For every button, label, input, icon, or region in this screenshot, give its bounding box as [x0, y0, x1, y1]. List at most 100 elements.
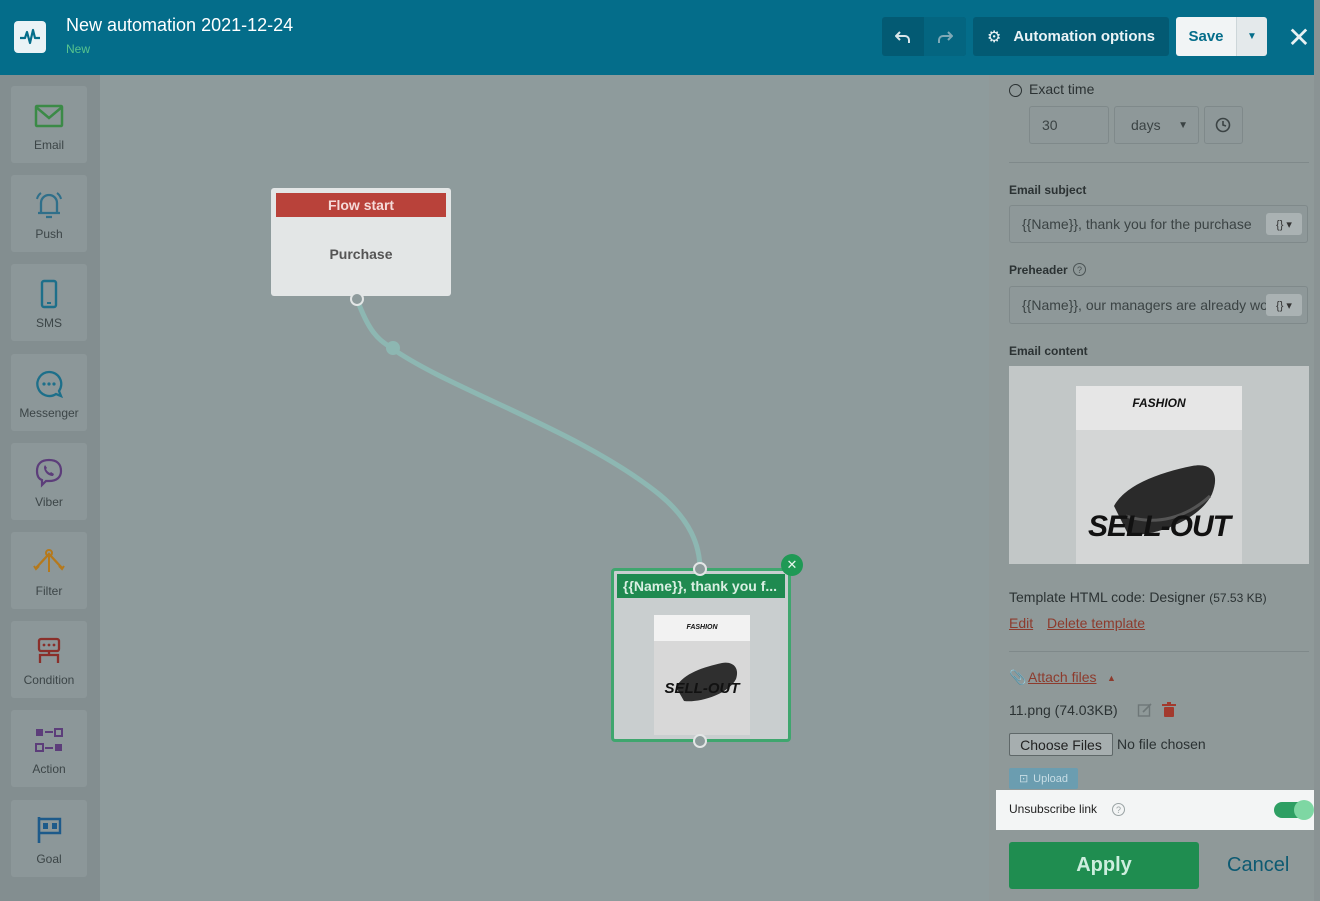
exact-time-radio[interactable] [1009, 84, 1022, 97]
undo-button[interactable] [882, 17, 924, 56]
tool-label: Viber [35, 495, 63, 509]
undo-redo-group [882, 17, 966, 56]
email-subject-label: Email subject [1009, 183, 1087, 197]
panel-scrollbar[interactable] [1314, 0, 1320, 901]
email-content-preview[interactable]: FASHION SELL-OUT [1009, 366, 1309, 564]
tool-label: Messenger [19, 406, 79, 420]
tool-push[interactable]: Push [11, 175, 87, 252]
email-node-block[interactable]: {{Name}}, thank you f... FASHION SELL-OU… [611, 568, 791, 742]
chat-icon [36, 370, 64, 399]
insert-variable-button[interactable]: {} ▾ [1266, 213, 1302, 235]
email-subject-input[interactable]: {{Name}}, thank you for the purchase [1009, 205, 1308, 243]
email-node-thumbnail: FASHION SELL-OUT [654, 615, 750, 735]
tool-messenger[interactable]: Messenger [11, 354, 87, 431]
redo-icon [938, 30, 953, 43]
insert-variable-button[interactable]: {} ▾ [1266, 294, 1302, 316]
delete-template-link[interactable]: Delete template [1047, 615, 1145, 631]
edit-file-icon[interactable] [1137, 702, 1153, 718]
automation-title[interactable]: New automation 2021-12-24 [66, 15, 293, 36]
redo-button[interactable] [924, 17, 966, 56]
preview-brand: FASHION [1132, 396, 1186, 410]
tool-goal[interactable]: Goal [11, 800, 87, 877]
caret-down-icon: ▼ [1247, 31, 1257, 42]
flow-start-event: Purchase [329, 246, 393, 262]
flow-canvas[interactable] [100, 75, 989, 901]
attach-files-label: Attach files [1028, 669, 1097, 685]
upload-label: Upload [1033, 772, 1069, 785]
email-node-title: {{Name}}, thank you f... [617, 574, 785, 598]
email-subject-value: {{Name}}, thank you for the purchase [1022, 216, 1252, 232]
action-icon [35, 728, 63, 752]
tool-label: Condition [23, 673, 75, 687]
preheader-label: Preheader [1009, 263, 1068, 277]
no-file-chosen-text: No file chosen [1117, 736, 1206, 752]
time-picker-button[interactable] [1204, 106, 1243, 144]
choose-files-button[interactable]: Choose Files [1009, 733, 1113, 756]
caret-up-icon[interactable]: ▲ [1107, 673, 1116, 683]
template-size: (57.53 KB) [1209, 591, 1267, 605]
save-button[interactable]: Save [1176, 17, 1236, 56]
paperclip-icon: 📎 [1009, 669, 1027, 685]
upload-button[interactable]: ⊡ Upload [1009, 768, 1078, 789]
trash-icon[interactable] [1161, 702, 1177, 718]
template-code-label: Template HTML code: Designer [1009, 589, 1206, 605]
preheader-input[interactable]: {{Name}}, our managers are already worki… [1009, 286, 1308, 324]
flow-start-title: Flow start [276, 193, 446, 217]
email-content-label: Email content [1009, 344, 1088, 358]
tool-label: Action [32, 762, 66, 776]
toggle-knob [1294, 800, 1314, 820]
envelope-icon [34, 104, 64, 128]
time-unit-select[interactable]: days ▼ [1114, 106, 1199, 144]
edit-template-link[interactable]: Edit [1009, 615, 1033, 631]
bell-icon [36, 192, 62, 219]
svg-text:FASHION: FASHION [686, 624, 718, 631]
tool-email[interactable]: Email [11, 86, 87, 163]
flag-icon [37, 817, 62, 843]
phone-icon [40, 279, 58, 309]
attached-file-name: 11.png (74.03KB) [1009, 702, 1118, 718]
output-connector[interactable] [350, 292, 364, 306]
help-icon[interactable]: ? [1112, 803, 1125, 816]
condition-icon [37, 637, 61, 663]
top-bar: New automation 2021-12-24 New ⚙ Automati… [0, 0, 1314, 75]
divider [1009, 162, 1309, 163]
chevron-down-icon: ▼ [1178, 119, 1188, 131]
unsubscribe-toggle[interactable] [1274, 800, 1314, 820]
app-logo-icon[interactable] [14, 21, 46, 53]
preview-headline: SELL-OUT [1088, 510, 1231, 543]
clock-icon [1215, 117, 1231, 133]
exact-time-label: Exact time [1029, 81, 1095, 97]
gear-icon: ⚙ [987, 28, 1002, 46]
tool-label: Filter [35, 584, 63, 598]
email-template-thumbnail: FASHION SELL-OUT [1076, 386, 1242, 564]
viber-icon [35, 458, 63, 488]
time-unit-value: days [1131, 117, 1161, 133]
cancel-button[interactable]: Cancel [1227, 854, 1289, 877]
undo-icon [895, 30, 910, 43]
automation-options-label: Automation options [1013, 28, 1155, 45]
input-connector[interactable] [693, 562, 707, 576]
tool-label: Email [33, 138, 64, 152]
close-icon[interactable]: ✕ [1284, 20, 1314, 54]
divider [1009, 651, 1309, 652]
time-value-input[interactable]: 30 [1029, 106, 1109, 144]
help-icon[interactable]: ? [1073, 263, 1086, 276]
flow-start-block[interactable]: Flow start Purchase [271, 188, 451, 296]
tool-condition[interactable]: Condition [11, 621, 87, 698]
preheader-value: {{Name}}, our managers are already worki… [1022, 297, 1268, 313]
tool-label: SMS [35, 316, 62, 330]
tool-filter[interactable]: Filter [11, 532, 87, 609]
template-info: Template HTML code: Designer (57.53 KB) [1009, 589, 1267, 605]
tool-sms[interactable]: SMS [11, 264, 87, 341]
automation-options-button[interactable]: ⚙ Automation options [973, 17, 1169, 56]
connection-line [354, 298, 703, 571]
tool-viber[interactable]: Viber [11, 443, 87, 520]
save-dropdown-button[interactable]: ▼ [1236, 17, 1267, 56]
attach-files-link[interactable]: Attach files [1028, 669, 1096, 685]
output-connector[interactable] [693, 734, 707, 748]
unsubscribe-label: Unsubscribe link [1009, 802, 1098, 816]
tool-label: Push [35, 227, 63, 241]
apply-button[interactable]: Apply [1009, 842, 1199, 889]
remove-node-icon[interactable]: ✕ [781, 554, 803, 576]
tool-action[interactable]: Action [11, 710, 87, 787]
